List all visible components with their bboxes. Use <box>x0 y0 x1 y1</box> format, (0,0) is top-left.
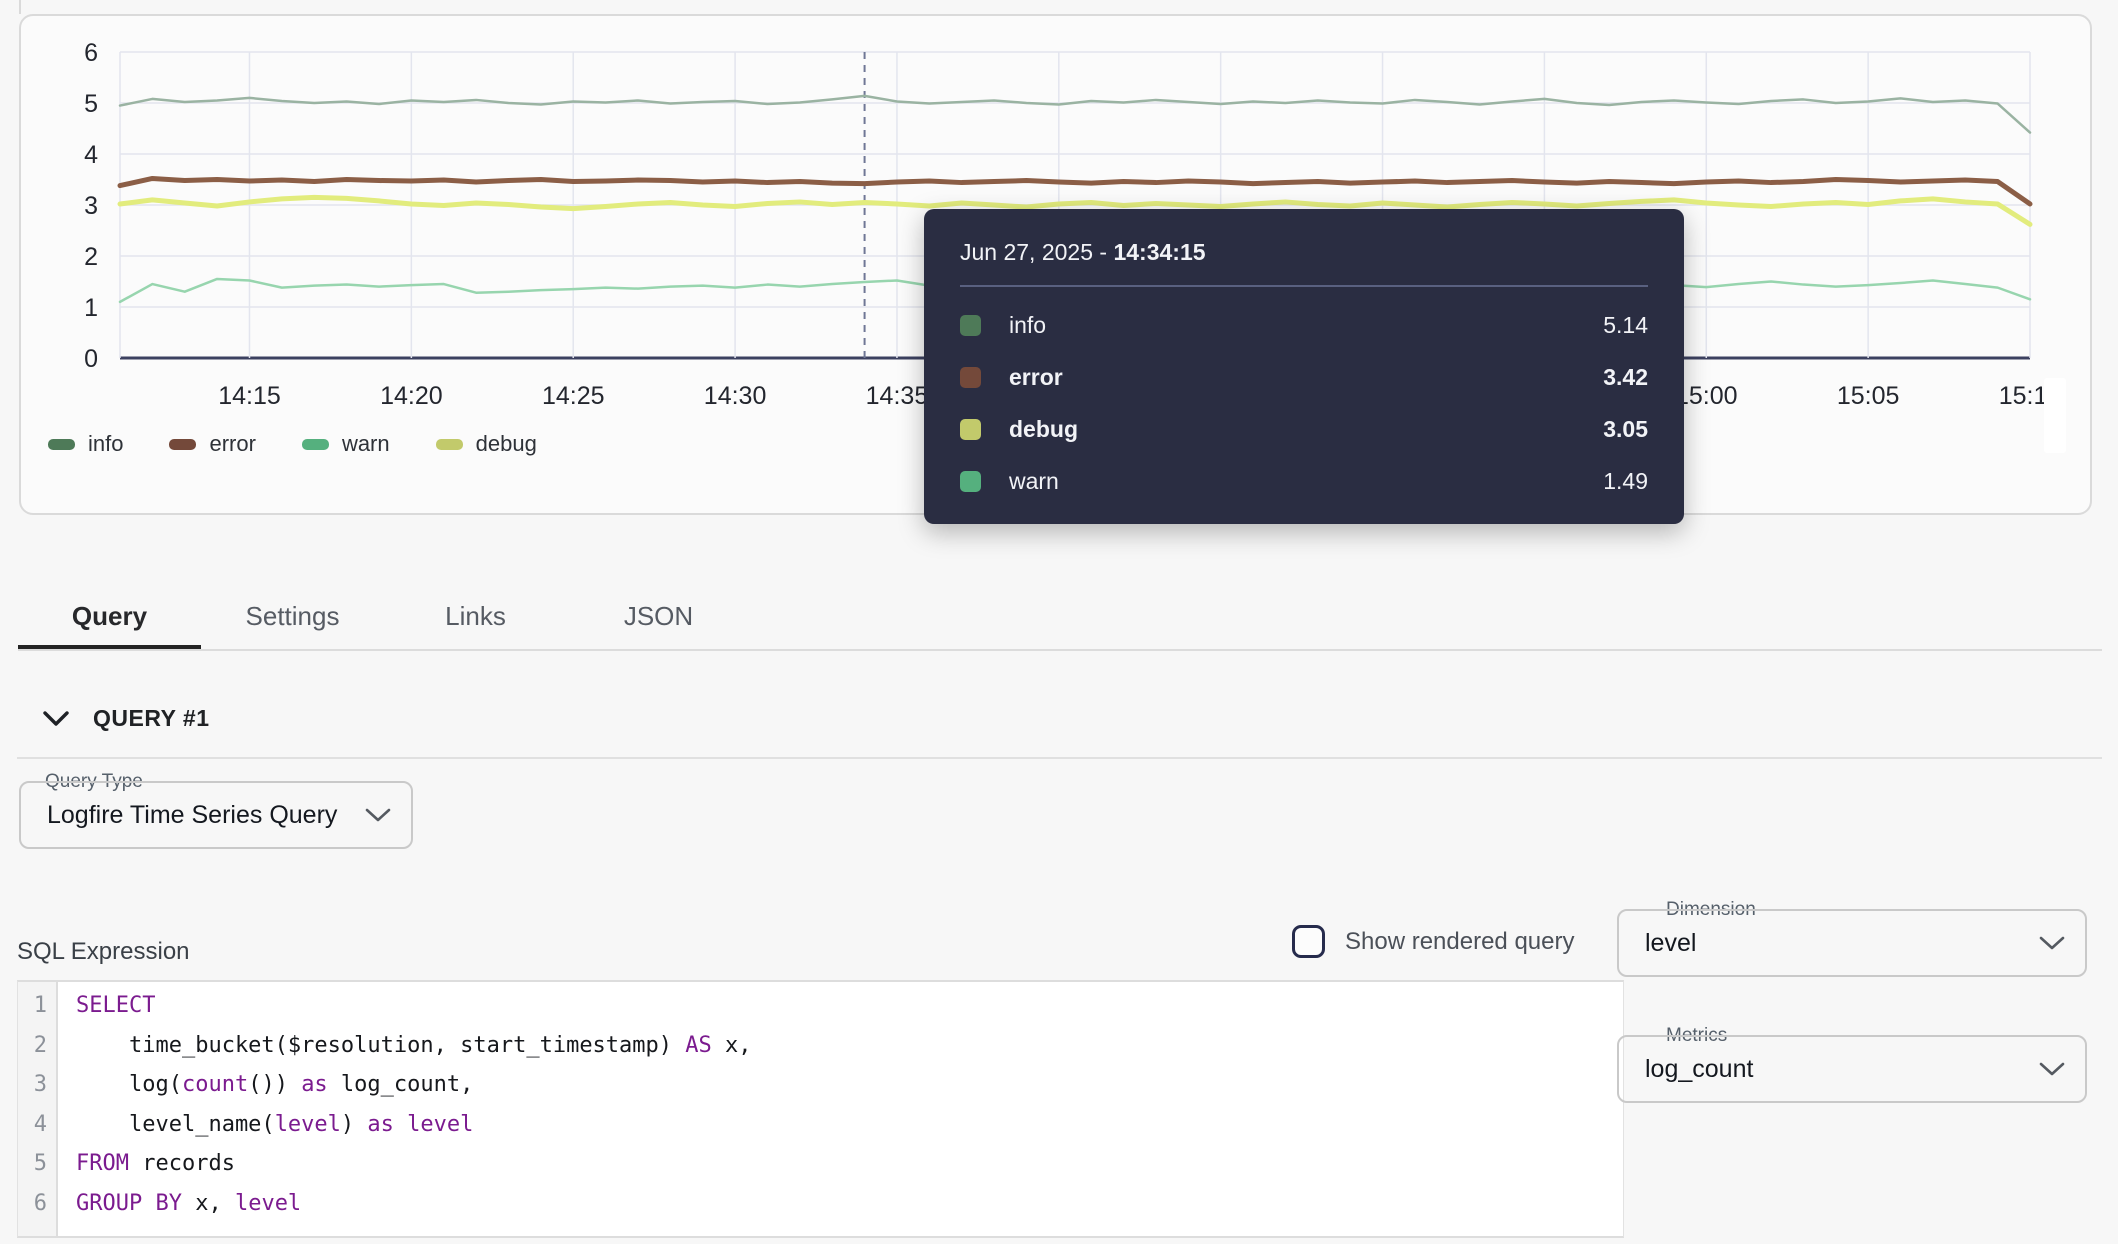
tab-settings[interactable]: Settings <box>201 582 384 650</box>
editor-code: SELECT time_bucket($resolution, start_ti… <box>58 982 1623 1236</box>
show-rendered-query-checkbox[interactable] <box>1292 925 1325 958</box>
tooltip-series-label: info <box>1009 312 1603 339</box>
chevron-down-icon <box>43 711 69 727</box>
show-rendered-query-row: Show rendered query <box>1292 925 1574 958</box>
tooltip-swatch-error <box>960 367 981 388</box>
tab-label: JSON <box>624 601 693 632</box>
legend-swatch-error <box>169 439 196 450</box>
tooltip-series-value: 3.05 <box>1603 416 1648 443</box>
tooltip-series-value: 1.49 <box>1603 468 1648 495</box>
tooltip-series-label: error <box>1009 364 1603 391</box>
legend-item-error[interactable]: error <box>169 431 255 457</box>
tab-bar: Query Settings Links JSON <box>18 582 750 650</box>
legend-label: warn <box>342 431 390 457</box>
editor-gutter: 123456 <box>18 982 58 1236</box>
section-divider <box>17 757 2102 759</box>
code-line: FROM records <box>76 1144 1623 1184</box>
chart-legend: info error warn debug <box>48 431 537 457</box>
tab-json[interactable]: JSON <box>567 582 750 650</box>
code-line: GROUP BY x, level <box>76 1184 1623 1224</box>
code-line: level_name(level) as level <box>76 1105 1623 1145</box>
show-rendered-query-label: Show rendered query <box>1345 928 1574 956</box>
legend-swatch-info <box>48 439 75 450</box>
tab-links[interactable]: Links <box>384 582 567 650</box>
tooltip-row-error: error3.42 <box>924 351 1684 403</box>
tab-label: Links <box>445 601 506 632</box>
tooltip-series-label: debug <box>1009 416 1603 443</box>
legend-item-warn[interactable]: warn <box>302 431 390 457</box>
line-number: 3 <box>18 1065 56 1105</box>
tab-query[interactable]: Query <box>18 582 201 650</box>
query-section-toggle[interactable]: QUERY #1 <box>43 705 210 732</box>
code-line: SELECT <box>76 986 1623 1026</box>
tooltip-series-value: 5.14 <box>1603 312 1648 339</box>
tooltip-series-value: 3.42 <box>1603 364 1648 391</box>
legend-label: info <box>88 431 123 457</box>
query-type-value: Logfire Time Series Query <box>21 801 365 830</box>
query-section-title: QUERY #1 <box>93 705 210 732</box>
tooltip-swatch-warn <box>960 471 981 492</box>
metrics-select[interactable]: log_count <box>1617 1035 2087 1103</box>
legend-label: debug <box>476 431 537 457</box>
tab-label: Settings <box>246 601 340 632</box>
panel-edge-remnant <box>19 0 21 14</box>
dimension-select[interactable]: level <box>1617 909 2087 977</box>
line-number: 4 <box>18 1105 56 1145</box>
legend-item-debug[interactable]: debug <box>436 431 537 457</box>
legend-swatch-warn <box>302 439 329 450</box>
metrics-value: log_count <box>1619 1055 2039 1084</box>
tooltip-row-info: info5.14 <box>924 299 1684 351</box>
chart-tooltip: Jun 27, 2025 - 14:34:15 info5.14error3.4… <box>924 209 1684 524</box>
line-number: 2 <box>18 1026 56 1066</box>
tooltip-time: 14:34:15 <box>1113 239 1205 265</box>
code-line: log(count()) as log_count, <box>76 1065 1623 1105</box>
sql-expression-label: SQL Expression <box>17 938 190 966</box>
tooltip-swatch-info <box>960 315 981 336</box>
dimension-value: level <box>1619 929 2039 958</box>
tooltip-timestamp: Jun 27, 2025 - 14:34:15 <box>924 209 1684 266</box>
tooltip-rows: info5.14error3.42debug3.05warn1.49 <box>924 299 1684 507</box>
tab-label: Query <box>72 601 147 632</box>
tab-bar-divider <box>18 649 2102 651</box>
line-number: 1 <box>18 986 56 1026</box>
line-number: 5 <box>18 1144 56 1184</box>
tooltip-date: Jun 27, 2025 - <box>960 239 1113 265</box>
scrollbar-thumb[interactable] <box>2044 378 2066 453</box>
chevron-down-icon <box>365 808 391 823</box>
tooltip-series-label: warn <box>1009 468 1603 495</box>
tooltip-row-debug: debug3.05 <box>924 403 1684 455</box>
code-line: time_bucket($resolution, start_timestamp… <box>76 1026 1623 1066</box>
query-type-select[interactable]: Logfire Time Series Query <box>19 781 413 849</box>
legend-swatch-debug <box>436 439 463 450</box>
line-number: 6 <box>18 1184 56 1224</box>
legend-item-info[interactable]: info <box>48 431 123 457</box>
chevron-down-icon <box>2039 1062 2065 1077</box>
legend-label: error <box>209 431 255 457</box>
tooltip-row-warn: warn1.49 <box>924 455 1684 507</box>
sql-editor[interactable]: 123456 SELECT time_bucket($resolution, s… <box>17 980 1624 1238</box>
tooltip-divider <box>960 285 1648 287</box>
chevron-down-icon <box>2039 936 2065 951</box>
tooltip-swatch-debug <box>960 419 981 440</box>
